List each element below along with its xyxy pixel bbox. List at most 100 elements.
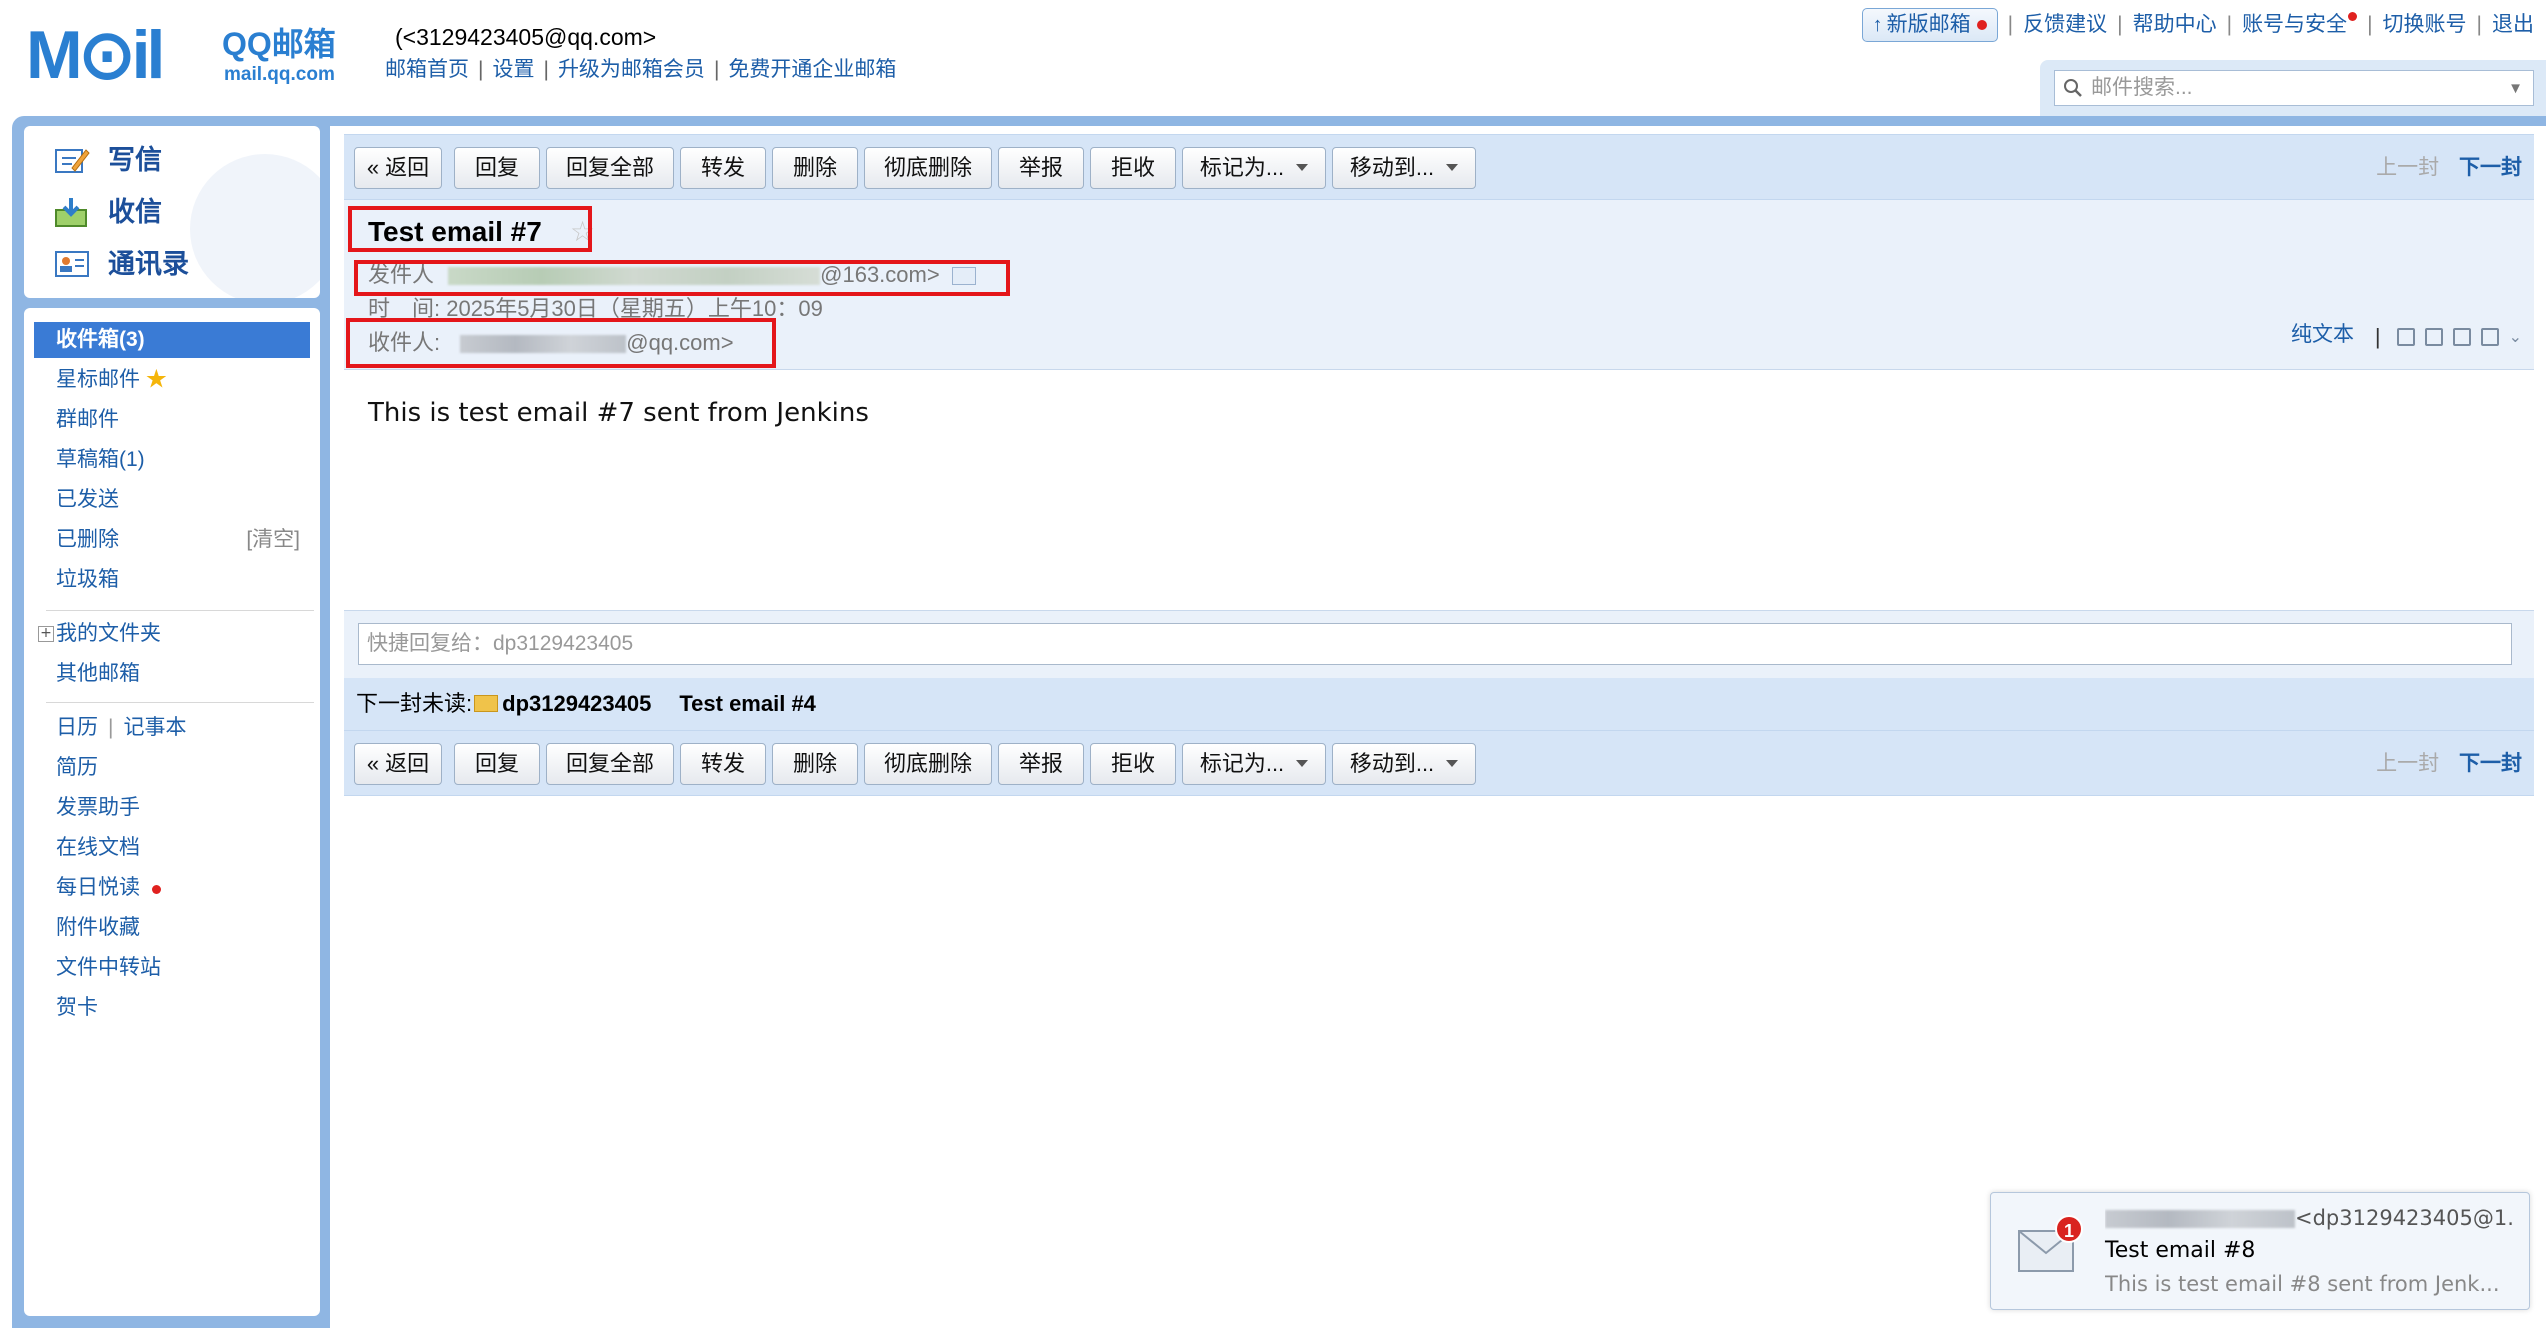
folder-my-folders[interactable]: + 我的文件夹 bbox=[38, 616, 314, 652]
file-transfer-link[interactable]: 文件中转站 bbox=[34, 950, 310, 986]
recipient-domain: @qq.com> bbox=[626, 330, 734, 355]
reply-button[interactable]: 回复 bbox=[454, 743, 540, 785]
chevron-down-icon[interactable]: ⌄ bbox=[2509, 327, 2522, 347]
save-icon[interactable] bbox=[2452, 328, 2471, 346]
chevron-down-icon bbox=[1446, 163, 1459, 171]
prev-mail-link[interactable]: 上一封 bbox=[2376, 752, 2439, 775]
receive-button[interactable]: 收信 bbox=[54, 192, 162, 232]
reject-button[interactable]: 拒收 bbox=[1090, 743, 1176, 785]
report-button[interactable]: 举报 bbox=[998, 743, 1084, 785]
account-security-link[interactable]: 账号与安全 bbox=[2242, 10, 2358, 40]
penguin-watermark-icon bbox=[190, 154, 320, 298]
divider: | bbox=[2117, 13, 2123, 36]
next-mail-link[interactable]: 下一封 bbox=[2459, 156, 2522, 179]
folder-drafts[interactable]: 草稿箱(1) bbox=[34, 442, 310, 478]
view-options: | ⌄ bbox=[2375, 324, 2522, 350]
folder-spam[interactable]: 垃圾箱 bbox=[34, 562, 310, 598]
back-button[interactable]: « 返回 bbox=[354, 147, 442, 189]
link-mailbox-home[interactable]: 邮箱首页 bbox=[385, 58, 469, 81]
folder-starred[interactable]: 星标邮件 ★ bbox=[34, 362, 310, 398]
report-button[interactable]: 举报 bbox=[998, 147, 1084, 189]
notification-sender: <dp3129423405@1... bbox=[2105, 1203, 2515, 1233]
receive-label: 收信 bbox=[108, 197, 162, 227]
new-window-icon[interactable] bbox=[2396, 328, 2415, 346]
search-area: 邮件搜索... ▼ bbox=[2040, 60, 2546, 118]
notebook-link[interactable]: 记事本 bbox=[123, 716, 186, 739]
new-mail-label: 新版邮箱 bbox=[1886, 13, 1971, 36]
next-unread-subject[interactable]: Test email #4 bbox=[679, 691, 816, 716]
chevron-down-icon bbox=[1296, 759, 1309, 767]
logout-link[interactable]: 退出 bbox=[2492, 10, 2534, 40]
notification-dot-icon bbox=[1976, 20, 1987, 30]
expand-plus-icon[interactable]: + bbox=[38, 626, 54, 643]
folder-deleted[interactable]: 已删除 [清空] bbox=[34, 522, 310, 558]
invoice-assistant-link[interactable]: 发票助手 bbox=[34, 790, 310, 826]
forward-button[interactable]: 转发 bbox=[680, 147, 766, 189]
calendar-link[interactable]: 日历 bbox=[56, 716, 98, 739]
folder-other-mailbox[interactable]: 其他邮箱 bbox=[34, 656, 310, 692]
link-settings[interactable]: 设置 bbox=[492, 58, 534, 81]
delete-button[interactable]: 删除 bbox=[772, 743, 858, 785]
attachments-link[interactable]: 附件收藏 bbox=[34, 910, 310, 946]
greeting-cards-link[interactable]: 贺卡 bbox=[34, 990, 310, 1026]
clear-deleted-button[interactable]: [清空] bbox=[246, 522, 300, 558]
chevron-down-icon[interactable]: ▼ bbox=[2508, 80, 2523, 97]
new-mail-notification[interactable]: 1 <dp3129423405@1... Test email #8 This … bbox=[1990, 1192, 2530, 1310]
delete-forever-button[interactable]: 彻底删除 bbox=[864, 147, 992, 189]
mark-as-dropdown[interactable]: 标记为... bbox=[1182, 743, 1326, 785]
back-button[interactable]: « 返回 bbox=[354, 743, 442, 785]
prev-mail-link[interactable]: 上一封 bbox=[2376, 156, 2439, 179]
star-icon: ★ bbox=[145, 368, 167, 391]
notification-dot-icon bbox=[152, 885, 161, 894]
divider: | bbox=[478, 58, 484, 81]
plain-text-link[interactable]: 纯文本 bbox=[2291, 320, 2354, 350]
reply-all-button[interactable]: 回复全部 bbox=[546, 743, 674, 785]
link-enterprise-mail[interactable]: 免费开通企业邮箱 bbox=[728, 58, 896, 81]
move-to-dropdown[interactable]: 移动到... bbox=[1332, 743, 1476, 785]
split-view-icon[interactable] bbox=[2424, 328, 2443, 346]
logo-domain-text: mail.qq.com bbox=[224, 64, 335, 85]
link-upgrade-member[interactable]: 升级为邮箱会员 bbox=[558, 58, 705, 81]
folder-sent[interactable]: 已发送 bbox=[34, 482, 310, 518]
divider: | bbox=[108, 716, 114, 739]
reply-button[interactable]: 回复 bbox=[454, 147, 540, 189]
feedback-link[interactable]: 反馈建议 bbox=[2023, 10, 2107, 40]
daily-reading-link[interactable]: 每日悦读 bbox=[34, 870, 310, 906]
quick-reply-area: 快捷回复给：dp3129423405 bbox=[344, 610, 2534, 678]
move-to-dropdown[interactable]: 移动到... bbox=[1332, 147, 1476, 189]
switch-account-link[interactable]: 切换账号 bbox=[2383, 10, 2467, 40]
move-to-label: 移动到... bbox=[1349, 751, 1435, 776]
online-docs-link[interactable]: 在线文档 bbox=[34, 830, 310, 866]
contacts-button[interactable]: 通讯录 bbox=[54, 244, 189, 284]
star-outline-icon[interactable]: ☆ bbox=[570, 214, 595, 250]
user-email: (<3129423405@qq.com> bbox=[395, 24, 657, 50]
delete-button[interactable]: 删除 bbox=[772, 147, 858, 189]
next-unread-sender[interactable]: dp3129423405 bbox=[502, 691, 651, 716]
print-icon[interactable] bbox=[2480, 328, 2499, 346]
sender-label: 发件人 bbox=[368, 262, 435, 287]
contacts-card-icon bbox=[55, 251, 89, 277]
new-mail-button[interactable]: ↑ 新版邮箱 bbox=[1861, 8, 1998, 42]
search-input[interactable]: 邮件搜索... ▼ bbox=[2054, 70, 2534, 106]
mail-subject: Test email #7 bbox=[368, 216, 542, 247]
mail-header: Test email #7 ☆ 发件人 @163.com> 时 间: 2025年… bbox=[344, 200, 2534, 370]
reply-all-button[interactable]: 回复全部 bbox=[546, 147, 674, 189]
folder-group[interactable]: 群邮件 bbox=[34, 402, 310, 438]
resume-link[interactable]: 简历 bbox=[34, 750, 310, 786]
folder-deleted-label: 已删除 bbox=[56, 528, 119, 551]
reject-button[interactable]: 拒收 bbox=[1090, 147, 1176, 189]
delete-forever-button[interactable]: 彻底删除 bbox=[864, 743, 992, 785]
mark-as-dropdown[interactable]: 标记为... bbox=[1182, 147, 1326, 189]
qq-mail-logo[interactable]: M⊙il QQ邮箱 mail.qq.com bbox=[26, 20, 356, 90]
compose-button[interactable]: 写信 bbox=[54, 140, 162, 180]
folder-my-folders-label: 我的文件夹 bbox=[56, 622, 161, 645]
next-mail-link[interactable]: 下一封 bbox=[2459, 752, 2522, 775]
contact-card-icon[interactable] bbox=[951, 267, 976, 286]
quick-reply-input[interactable]: 快捷回复给：dp3129423405 bbox=[358, 623, 2512, 665]
divider: | bbox=[2367, 13, 2373, 36]
notification-sender-address: <dp3129423405@1... bbox=[2295, 1206, 2515, 1230]
account-security-label: 账号与安全 bbox=[2242, 13, 2348, 36]
forward-button[interactable]: 转发 bbox=[680, 743, 766, 785]
help-link[interactable]: 帮助中心 bbox=[2133, 10, 2217, 40]
folder-inbox[interactable]: 收件箱(3) bbox=[34, 322, 310, 358]
